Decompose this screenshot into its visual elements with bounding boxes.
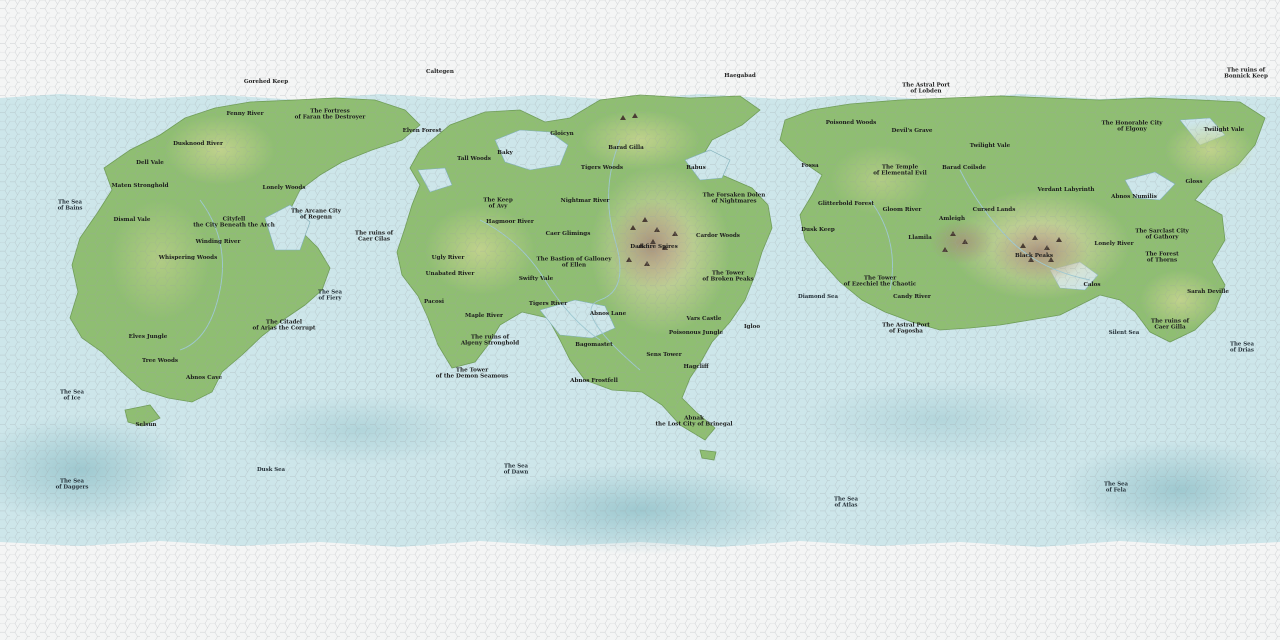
- map-canvas: [0, 0, 1280, 640]
- hex-grid: [0, 0, 1280, 640]
- world-map[interactable]: Gorehed Keep Caltegen Haegabad The Astra…: [0, 0, 1280, 640]
